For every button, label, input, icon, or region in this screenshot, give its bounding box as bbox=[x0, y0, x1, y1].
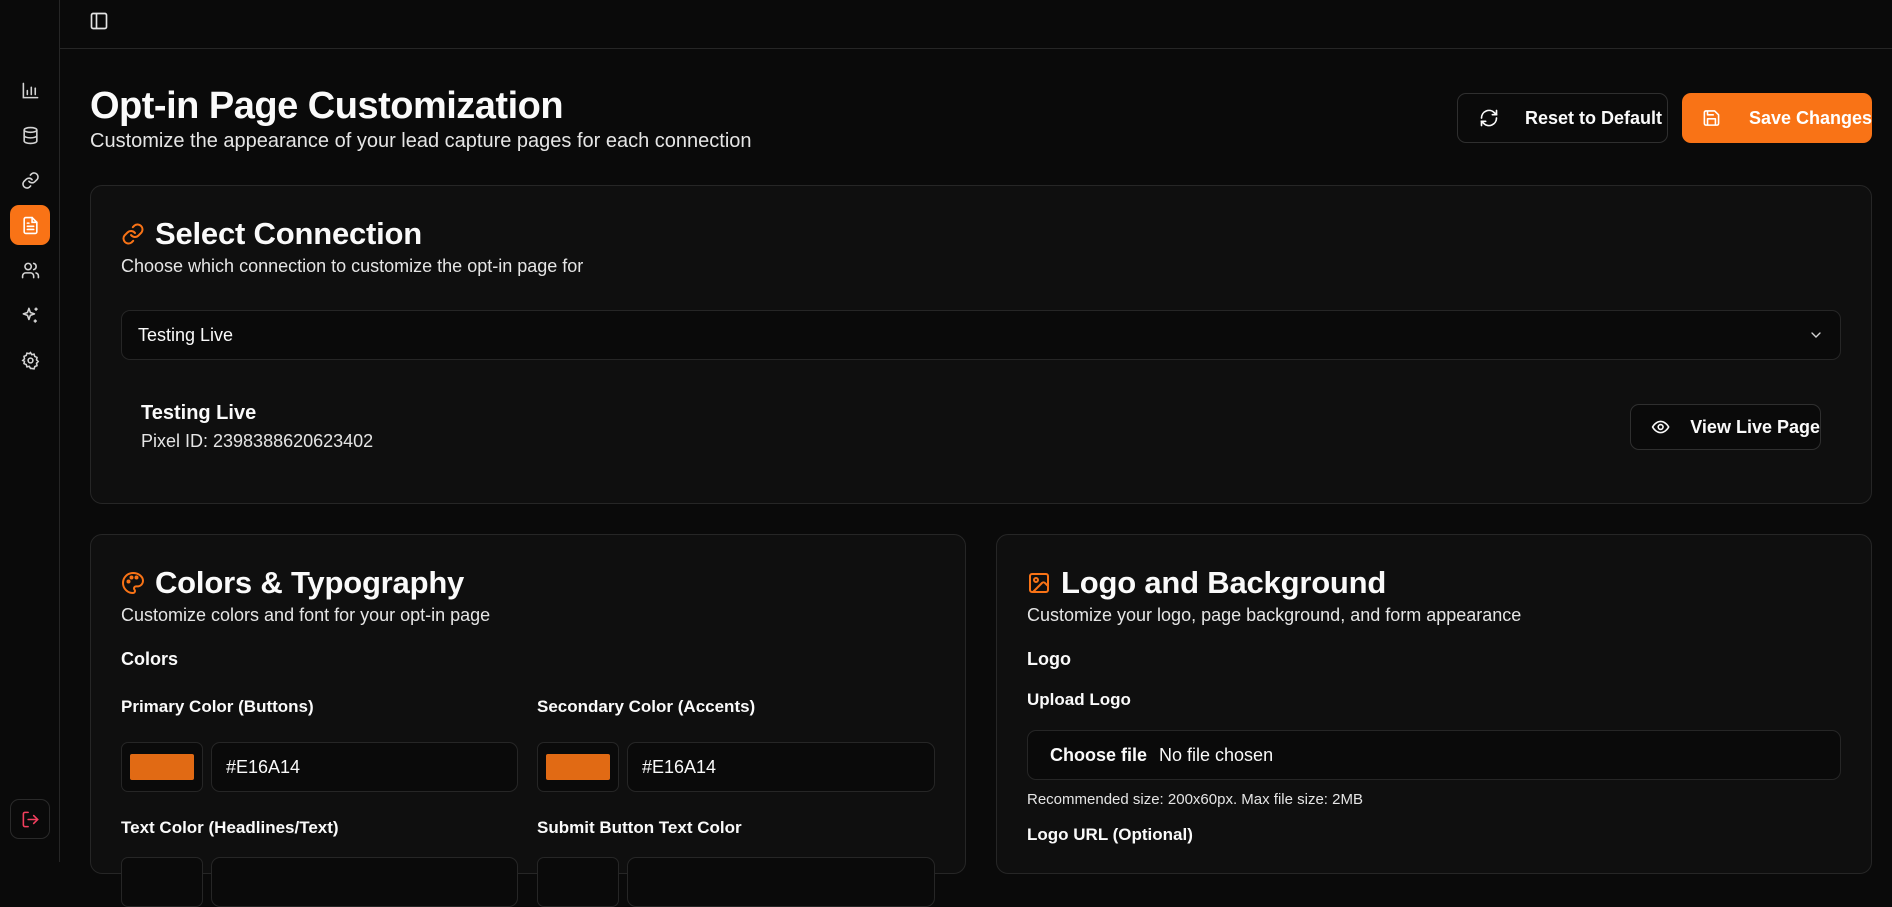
save-label: Save Changes bbox=[1748, 107, 1872, 128]
logo-background-title: Logo and Background bbox=[1027, 565, 1386, 601]
secondary-color-input[interactable]: #E16A14 bbox=[627, 742, 935, 792]
logo-url-label: Logo URL (Optional) bbox=[1027, 825, 1193, 844]
sidebar-item-analytics[interactable] bbox=[10, 70, 50, 110]
eye-icon bbox=[1651, 420, 1670, 434]
secondary-color-swatch bbox=[546, 754, 610, 780]
connection-select-value: Testing Live bbox=[138, 324, 234, 345]
sparkles-icon bbox=[22, 307, 38, 323]
reset-to-default-button[interactable]: Reset to Default bbox=[1457, 93, 1668, 143]
logout-button[interactable] bbox=[10, 799, 50, 839]
text-color-input[interactable] bbox=[211, 857, 518, 907]
upload-logo-label: Upload Logo bbox=[1027, 690, 1131, 709]
colors-typography-title: Colors & Typography bbox=[121, 565, 464, 601]
submit-button-text-color-label: Submit Button Text Color bbox=[537, 818, 742, 837]
select-connection-card: Select Connection Choose which connectio… bbox=[90, 185, 1872, 504]
gear-icon bbox=[20, 350, 39, 370]
primary-color-swatch bbox=[130, 754, 194, 780]
sidebar bbox=[0, 0, 60, 862]
submit-text-color-input[interactable] bbox=[627, 857, 935, 907]
panel-left-icon bbox=[90, 12, 108, 30]
refresh-icon bbox=[1480, 109, 1498, 127]
save-icon bbox=[1703, 110, 1720, 126]
logo-section-label: Logo bbox=[1027, 649, 1071, 669]
pixel-id: Pixel ID: 2398388620623402 bbox=[141, 431, 374, 451]
link-icon bbox=[21, 171, 39, 189]
sidebar-item-database[interactable] bbox=[10, 115, 50, 155]
page-subtitle: Customize the appearance of your lead ca… bbox=[90, 130, 752, 152]
palette-icon bbox=[122, 571, 145, 595]
bar-chart-icon bbox=[22, 82, 38, 98]
link-icon bbox=[122, 223, 144, 245]
sidebar-item-connections[interactable] bbox=[10, 160, 50, 200]
no-file-chosen-text: No file chosen bbox=[1159, 744, 1274, 765]
primary-color-input[interactable]: #E16A14 bbox=[211, 742, 518, 792]
logo-size-hint: Recommended size: 200x60px. Max file siz… bbox=[1027, 791, 1363, 808]
logo-file-input[interactable]: Choose file No file chosen bbox=[1027, 730, 1841, 780]
chevron-down-icon bbox=[1811, 332, 1821, 338]
secondary-color-label: Secondary Color (Accents) bbox=[537, 697, 756, 716]
page-title: Opt-in Page Customization bbox=[90, 85, 564, 127]
sidebar-item-users[interactable] bbox=[10, 250, 50, 290]
sidebar-item-opt-in-pages[interactable] bbox=[10, 205, 50, 245]
view-live-page-button[interactable]: View Live Page bbox=[1630, 404, 1821, 450]
reset-label: Reset to Default bbox=[1525, 107, 1663, 128]
view-live-label: View Live Page bbox=[1690, 416, 1820, 437]
sidebar-toggle-button[interactable] bbox=[86, 9, 112, 33]
text-color-label: Text Color (Headlines/Text) bbox=[121, 818, 339, 837]
logout-icon bbox=[22, 811, 39, 827]
database-icon bbox=[22, 126, 38, 144]
primary-color-picker[interactable] bbox=[121, 742, 203, 792]
choose-file-button[interactable]: Choose file bbox=[1050, 745, 1147, 766]
colors-section-label: Colors bbox=[121, 649, 179, 669]
secondary-color-picker[interactable] bbox=[537, 742, 619, 792]
save-changes-button[interactable]: Save Changes bbox=[1682, 93, 1872, 143]
text-color-picker[interactable] bbox=[121, 857, 203, 907]
logo-background-card: Logo and Background Customize your logo,… bbox=[996, 534, 1872, 874]
submit-text-color-picker[interactable] bbox=[537, 857, 619, 907]
select-connection-subtitle: Choose which connection to customize the… bbox=[121, 256, 584, 276]
connection-select[interactable]: Testing Live bbox=[121, 310, 1841, 360]
primary-color-label: Primary Color (Buttons) bbox=[121, 697, 314, 716]
colors-typography-subtitle: Customize colors and font for your opt-i… bbox=[121, 605, 491, 625]
image-icon bbox=[1029, 573, 1049, 593]
file-text-icon bbox=[22, 216, 38, 234]
select-connection-title: Select Connection bbox=[121, 216, 422, 252]
top-bar bbox=[60, 0, 1892, 49]
colors-typography-card: Colors & Typography Customize colors and… bbox=[90, 534, 966, 907]
sidebar-item-settings[interactable] bbox=[10, 340, 50, 380]
connection-name: Testing Live bbox=[141, 402, 257, 424]
sidebar-item-ai[interactable] bbox=[10, 295, 50, 335]
logo-background-subtitle: Customize your logo, page background, an… bbox=[1027, 605, 1522, 625]
users-icon bbox=[21, 262, 39, 278]
